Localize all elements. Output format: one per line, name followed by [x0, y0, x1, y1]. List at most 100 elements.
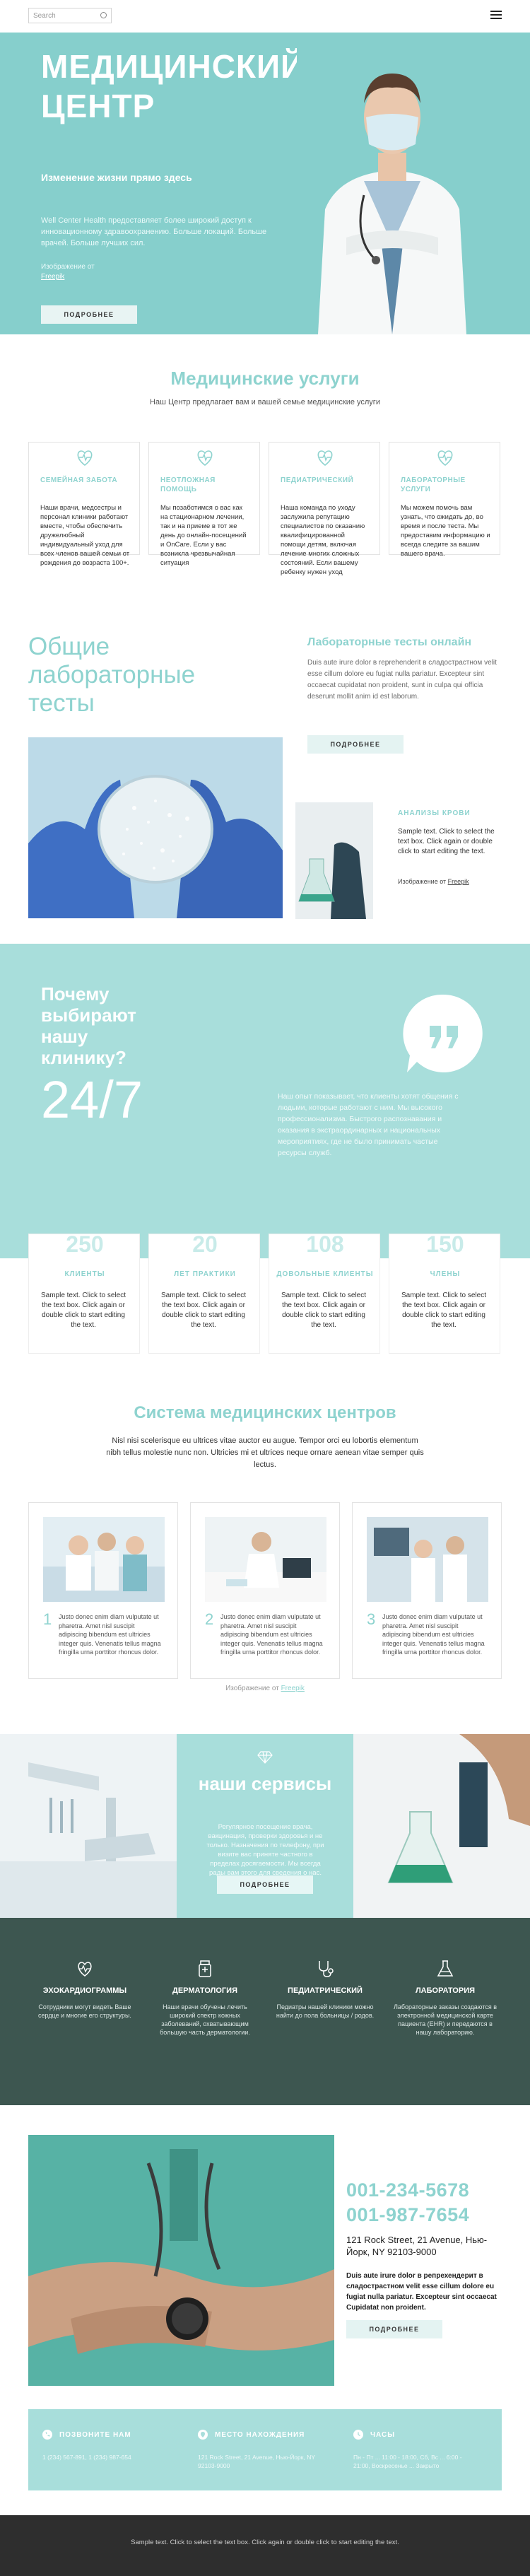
service-card-urgent[interactable]: НЕОТЛОЖНАЯ ПОМОЩЬ Мы позаботимся о вас к…	[148, 442, 260, 567]
service-card-title: ЛАБОРАТОРНЫЕ УСЛУГИ	[401, 476, 466, 493]
footer: Sample text. Click to select the text bo…	[0, 2515, 530, 2576]
location-pin-icon	[198, 2430, 208, 2440]
phone-number-1[interactable]: 001-234-5678	[346, 2179, 469, 2201]
heart-pulse-icon	[197, 450, 213, 467]
center-number: 3	[367, 1610, 376, 1628]
department-title: ЛАБОРАТОРИЯ	[415, 1986, 476, 1995]
info-title: ПОЗВОНИТЕ НАМ	[59, 2431, 131, 2439]
hero-credit: Изображение от Freepik	[41, 262, 95, 282]
service-card-title: СЕМЕЙНАЯ ЗАБОТА	[40, 476, 118, 484]
info-text: 1 (234) 567-891, 1 (234) 987-654	[42, 2454, 131, 2461]
service-card-text: Мы позаботимся о вас как на стационарном…	[160, 504, 247, 567]
centers-credit: Изображение от Freepik	[0, 1685, 530, 1692]
labs-more-button[interactable]: ПОДРОБНЕЕ	[307, 735, 404, 754]
flask-icon	[437, 1960, 454, 1977]
blood-title: АНАЛИЗЫ КРОВИ	[398, 809, 471, 817]
centers-title: Система медицинских центров	[134, 1403, 396, 1422]
departments-section: ЭХОКАРДИОГРАММЫ Сотрудники могут видеть …	[0, 1918, 530, 2105]
info-title: МЕСТО НАХОЖДЕНИЯ	[215, 2431, 305, 2439]
heart-pulse-icon	[77, 450, 93, 467]
doctors-team-image	[43, 1517, 165, 1602]
our-services-title: наши сервисы	[198, 1773, 332, 1794]
why-title: Почему выбирают нашу клинику?	[41, 983, 136, 1068]
service-card-lab[interactable]: ЛАБОРАТОРНЫЕ УСЛУГИ Мы можем помочь вам …	[389, 442, 500, 558]
hero-description: Well Center Health предоставляет более ш…	[41, 216, 267, 247]
pill-bottle-icon	[199, 1960, 211, 1977]
phone-number-2[interactable]: 001-987-7654	[346, 2204, 469, 2226]
lab-flask-image	[295, 802, 373, 919]
department-derm[interactable]: ДЕРМАТОЛОГИЯ Наши врачи обучены лечить ш…	[152, 1959, 258, 2037]
phone-icon	[42, 2430, 52, 2440]
service-card-text: Наши врачи, медсестры и персонал клиники…	[40, 504, 130, 567]
credit-text: Изображение от	[398, 878, 447, 885]
center-text: Justo donec enim diam vulputate ut phare…	[382, 1613, 485, 1656]
stat-number: 108	[306, 1234, 344, 1252]
center-number: 2	[205, 1610, 214, 1628]
department-lab[interactable]: ЛАБОРАТОРИЯ Лабораторные заказы создаютс…	[392, 1959, 498, 2037]
search-input[interactable]: Search	[28, 8, 112, 23]
stat-card-years: 20 ЛЕТ ПРАКТИКИ Sample text. Click to se…	[148, 1234, 260, 1354]
credit-text: Изображение от	[225, 1685, 279, 1692]
footer-text: Sample text. Click to select the text bo…	[131, 2539, 399, 2546]
quote-bubble-icon	[403, 994, 483, 1072]
services-intro: Наш Центр предлагает вам и вашей семье м…	[150, 398, 380, 406]
center-card[interactable]: 2 Justo donec enim diam vulputate ut pha…	[190, 1502, 340, 1679]
our-services-more-button[interactable]: ПОДРОБНЕЕ	[217, 1875, 313, 1894]
why-big-number: 24/7	[41, 1070, 143, 1129]
contact-more-button[interactable]: ПОДРОБНЕЕ	[346, 2320, 442, 2338]
stat-card-members: 150 ЧЛЕНЫ Sample text. Click to select t…	[389, 1234, 500, 1354]
hero-more-button[interactable]: ПОДРОБНЕЕ	[41, 305, 137, 324]
stat-number: 150	[426, 1234, 464, 1252]
center-number: 1	[43, 1610, 52, 1628]
stat-label: ЛЕТ ПРАКТИКИ	[174, 1270, 236, 1278]
service-card-family[interactable]: СЕМЕЙНАЯ ЗАБОТА Наши врачи, медсестры и …	[28, 442, 140, 567]
contact-text: Duis aute irure dolor в репрехендерит в …	[346, 2272, 497, 2312]
center-card[interactable]: 3 Justo donec enim diam vulputate ut pha…	[352, 1502, 502, 1679]
doctor-desk-image	[205, 1517, 326, 1602]
hamburger-menu-icon[interactable]	[490, 11, 502, 19]
doctor-image	[297, 33, 488, 334]
stat-text: Sample text. Click to select the text bo…	[160, 1292, 247, 1329]
stat-text: Sample text. Click to select the text bo…	[401, 1292, 487, 1329]
center-text: Justo donec enim diam vulputate ut phare…	[220, 1613, 323, 1656]
our-services-band: наши сервисы Регулярное посещение врача,…	[0, 1734, 530, 1918]
stat-label: ДОВОЛЬНЫЕ КЛИЕНТЫ	[276, 1270, 374, 1278]
center-card[interactable]: 1 Justo donec enim diam vulputate ut pha…	[28, 1502, 178, 1679]
our-services-panel: наши сервисы Регулярное посещение врача,…	[177, 1734, 353, 1918]
hero-subtitle: Изменение жизни прямо здесь	[41, 172, 192, 183]
stat-label: ЧЛЕНЫ	[430, 1270, 461, 1278]
department-title: ПЕДИАТРИЧЕСКИЙ	[288, 1986, 363, 1995]
heart-pulse-icon	[437, 450, 453, 467]
search-icon[interactable]	[100, 12, 107, 18]
stat-card-satisfied: 108 ДОВОЛЬНЫЕ КЛИЕНТЫ Sample text. Click…	[269, 1234, 380, 1354]
page: Search МЕДИЦИНСКИЙ ЦЕНТР Изменение жизни…	[0, 0, 530, 2576]
service-card-pediatric[interactable]: ПЕДИАТРИЧЕСКИЙ Наша команда по уходу зас…	[269, 442, 380, 576]
department-text: Педиатры нашей клиники можно найти до по…	[276, 2003, 375, 2019]
contact-info-bar: ПОЗВОНИТЕ НАМ 1 (234) 567-891, 1 (234) 9…	[28, 2409, 502, 2490]
info-text: 121 Rock Street, 21 Avenue, Нью-Йорк, NY…	[198, 2454, 315, 2469]
credit-link[interactable]: Freepik	[448, 878, 469, 885]
service-card-title: НЕОТЛОЖНАЯ ПОМОЩЬ	[160, 476, 216, 493]
department-text: Наши врачи обучены лечить широкий спектр…	[160, 2003, 250, 2036]
credit-text: Изображение от	[41, 263, 95, 271]
department-text: Сотрудники могут видеть Ваше сердце и мн…	[38, 2003, 131, 2019]
services-title: Медицинские услуги	[170, 368, 360, 389]
department-text: Лабораторные заказы создаются в электрон…	[393, 2003, 497, 2036]
labs-text: Duis aute irure dolor в reprehenderit в …	[307, 659, 497, 701]
credit-link[interactable]: Freepik	[281, 1685, 305, 1692]
stat-text: Sample text. Click to select the text bo…	[281, 1292, 367, 1329]
contact-address: 121 Rock Street, 21 Avenue, Нью-Йорк, NY…	[346, 2235, 488, 2257]
why-section: Почему выбирают нашу клинику? 24/7 Наш о…	[0, 944, 530, 1258]
centers-intro: Nisl nisi scelerisque eu ultrices vitae …	[106, 1436, 424, 1469]
stat-text: Sample text. Click to select the text bo…	[40, 1292, 126, 1329]
stat-number: 20	[192, 1234, 218, 1252]
hero-title: МЕДИЦИНСКИЙ ЦЕНТР	[41, 48, 305, 124]
blood-credit: Изображение от Freepik	[398, 878, 469, 885]
department-echo[interactable]: ЭХОКАРДИОГРАММЫ Сотрудники могут видеть …	[32, 1959, 138, 2020]
doctor-arms-image	[28, 2135, 334, 2386]
stethoscope-icon	[319, 1961, 334, 1977]
heart-pulse-icon	[317, 450, 333, 467]
credit-link[interactable]: Freepik	[41, 273, 64, 281]
info-text: Пн - Пт ... 11:00 - 18:00, Сб, Вс ... 6:…	[353, 2454, 462, 2469]
department-pediatric[interactable]: ПЕДИАТРИЧЕСКИЙ Педиатры нашей клиники мо…	[272, 1959, 378, 2020]
